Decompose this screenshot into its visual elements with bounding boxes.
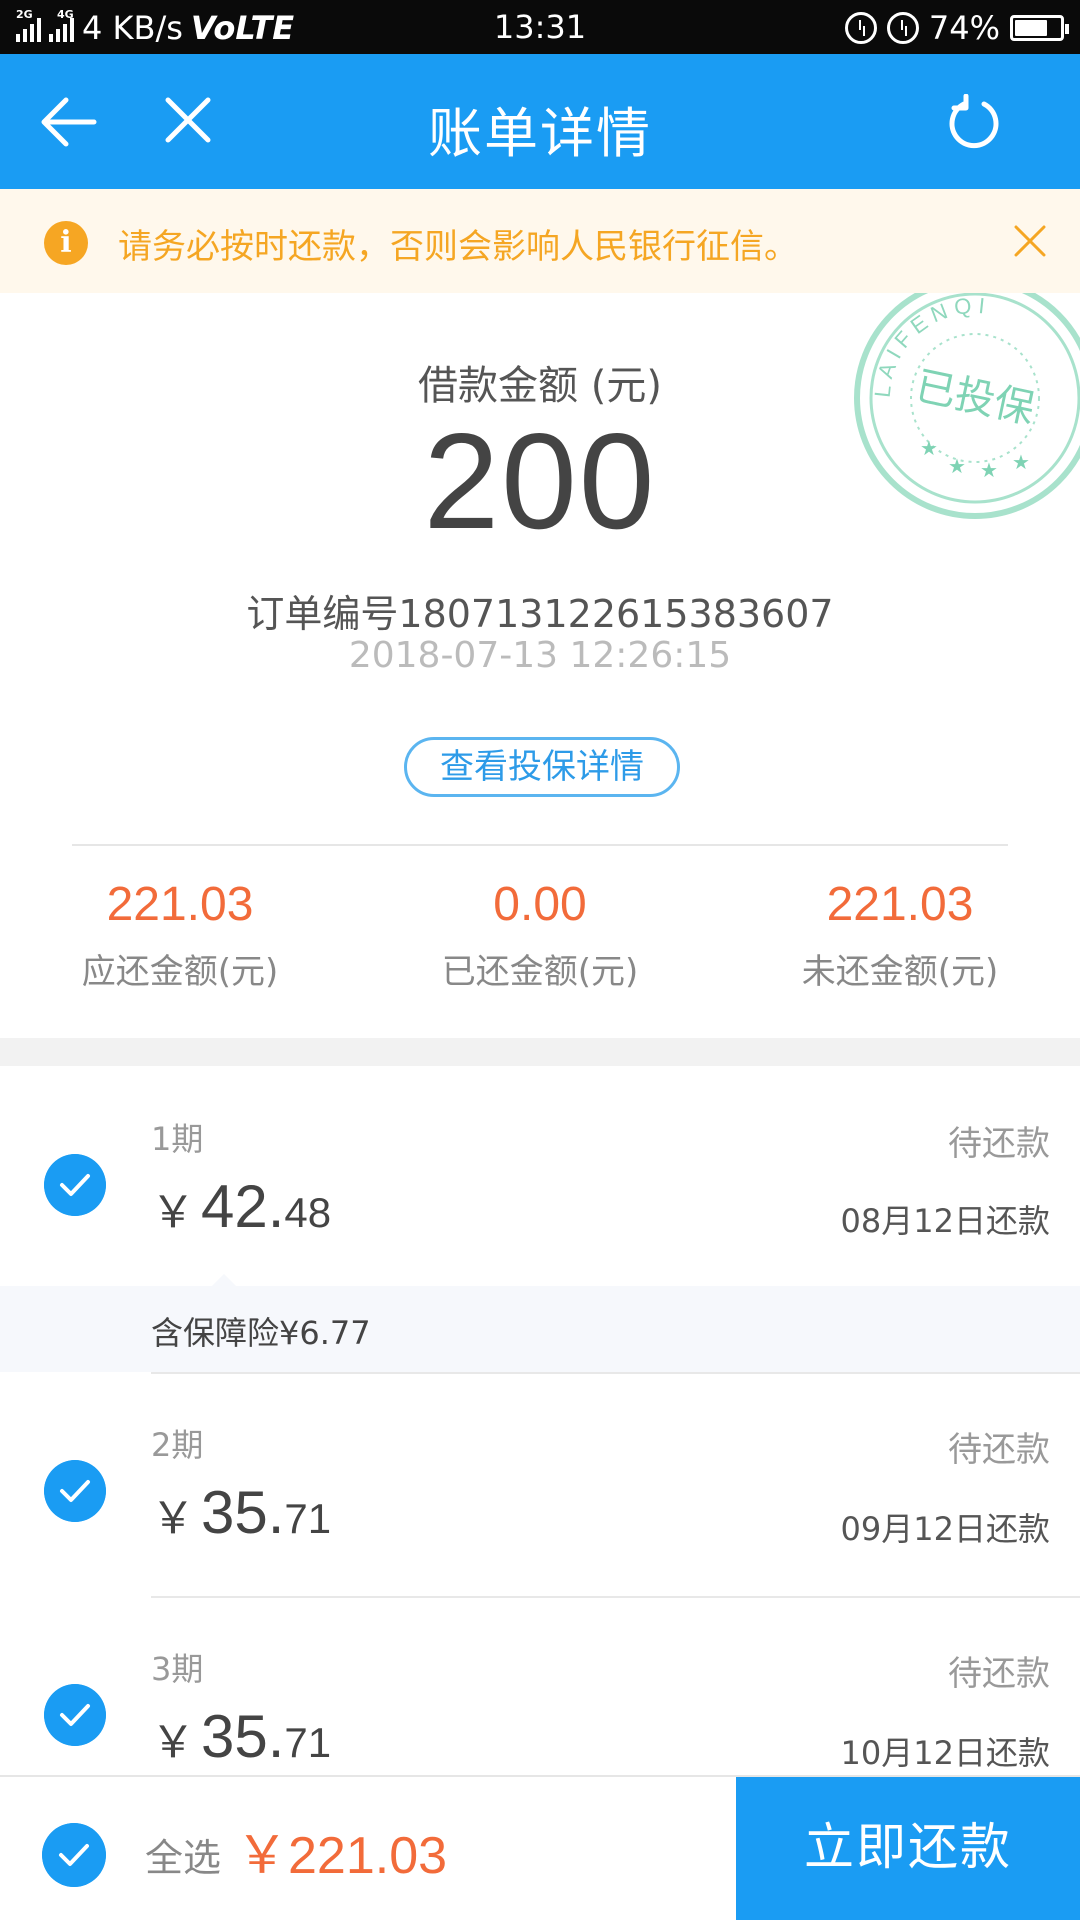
installment-status: 待还款	[948, 1124, 1050, 1164]
currency-symbol: ￥	[151, 1494, 195, 1543]
installment-due-date: 08月12日还款	[840, 1202, 1050, 1240]
rotation-lock-icon	[844, 12, 877, 44]
checkbox-checked-icon[interactable]	[44, 1684, 106, 1746]
loan-amount: 200	[423, 405, 657, 557]
currency-symbol: ￥	[151, 1718, 195, 1767]
installment-due-date: 10月12日还款	[840, 1734, 1050, 1772]
installment-status: 待还款	[948, 1430, 1050, 1470]
battery-fill	[1015, 20, 1047, 36]
view-insurance-button[interactable]: 查看投保详情	[404, 737, 680, 797]
status-bar: 2G 4G 4 KB/s VoLTE 13:31 74%	[0, 0, 1080, 54]
insurance-note-text: 含保障险¥6.77	[151, 1314, 371, 1352]
select-all-checkbox-icon[interactable]	[42, 1823, 106, 1887]
amount-integer: 42.	[201, 1173, 285, 1240]
stat-value: 221.03	[106, 878, 254, 931]
repay-now-button[interactable]: 立即还款	[736, 1777, 1080, 1920]
installment-amount: ￥ 35.71	[151, 1702, 331, 1771]
installment-row[interactable]: 2期 ￥ 35.71 待还款 09月12日还款	[0, 1374, 1080, 1594]
stat-label: 未还金额(元)	[801, 952, 999, 992]
installment-period: 3期	[151, 1650, 204, 1688]
amount-decimal: 71	[284, 1719, 332, 1766]
stat-value: 221.03	[826, 878, 974, 931]
refresh-icon[interactable]	[946, 94, 1002, 150]
installment-amount: ￥ 35.71	[151, 1478, 331, 1547]
notice-banner: i 请务必按时还款，否则会影响人民银行征信。	[0, 189, 1080, 293]
stat-label: 应还金额(元)	[81, 952, 279, 992]
notice-text: 请务必按时还款，否则会影响人民银行征信。	[118, 227, 798, 267]
battery-percent: 74%	[928, 9, 1000, 47]
amount-decimal: 71	[284, 1495, 332, 1542]
stat-due: 221.03 应还金额(元)	[0, 877, 360, 993]
order-time: 2018-07-13 12:26:15	[348, 635, 732, 676]
select-all-label[interactable]: 全选	[145, 1827, 221, 1882]
order-number: 订单编号180713122615383607	[246, 592, 834, 636]
notice-close-icon[interactable]	[1010, 221, 1050, 261]
installment-period: 1期	[151, 1120, 204, 1158]
checkbox-checked-icon[interactable]	[44, 1460, 106, 1522]
stat-value: 0.00	[493, 878, 587, 931]
stat-remaining: 221.03 未还金额(元)	[720, 877, 1080, 993]
stat-label: 已还金额(元)	[441, 952, 639, 992]
installment-row[interactable]: 1期 ￥ 42.48 待还款 08月12日还款	[0, 1066, 1080, 1286]
battery-icon	[1010, 15, 1069, 41]
installment-due-date: 09月12日还款	[840, 1510, 1050, 1548]
amount-decimal: 48	[284, 1189, 332, 1236]
alarm-icon	[886, 12, 919, 44]
loan-summary: LAIFENQI 已投保 ★ ★ ★ ★ 借款金额 (元) 200 订单编号18…	[0, 293, 1080, 1038]
amount-integer: 35.	[201, 1703, 285, 1770]
nav-bar: 账单详情	[0, 54, 1080, 189]
stat-paid: 0.00 已还金额(元)	[360, 877, 720, 993]
status-right: 74%	[844, 8, 1069, 48]
info-icon: i	[44, 221, 88, 265]
page-title: 账单详情	[428, 102, 652, 165]
installment-status: 待还款	[948, 1654, 1050, 1694]
divider	[72, 844, 1008, 846]
installment-period: 2期	[151, 1426, 204, 1464]
currency-symbol: ￥	[151, 1188, 195, 1237]
total-amount: ￥221.03	[236, 1827, 448, 1885]
installment-amount: ￥ 42.48	[151, 1172, 331, 1241]
amount-integer: 35.	[201, 1479, 285, 1546]
section-gap	[0, 1038, 1080, 1066]
checkbox-checked-icon[interactable]	[44, 1154, 106, 1216]
bottom-action-bar: 全选 ￥221.03 立即还款	[0, 1775, 1080, 1920]
insurance-note: 含保障险¥6.77	[0, 1274, 1080, 1372]
